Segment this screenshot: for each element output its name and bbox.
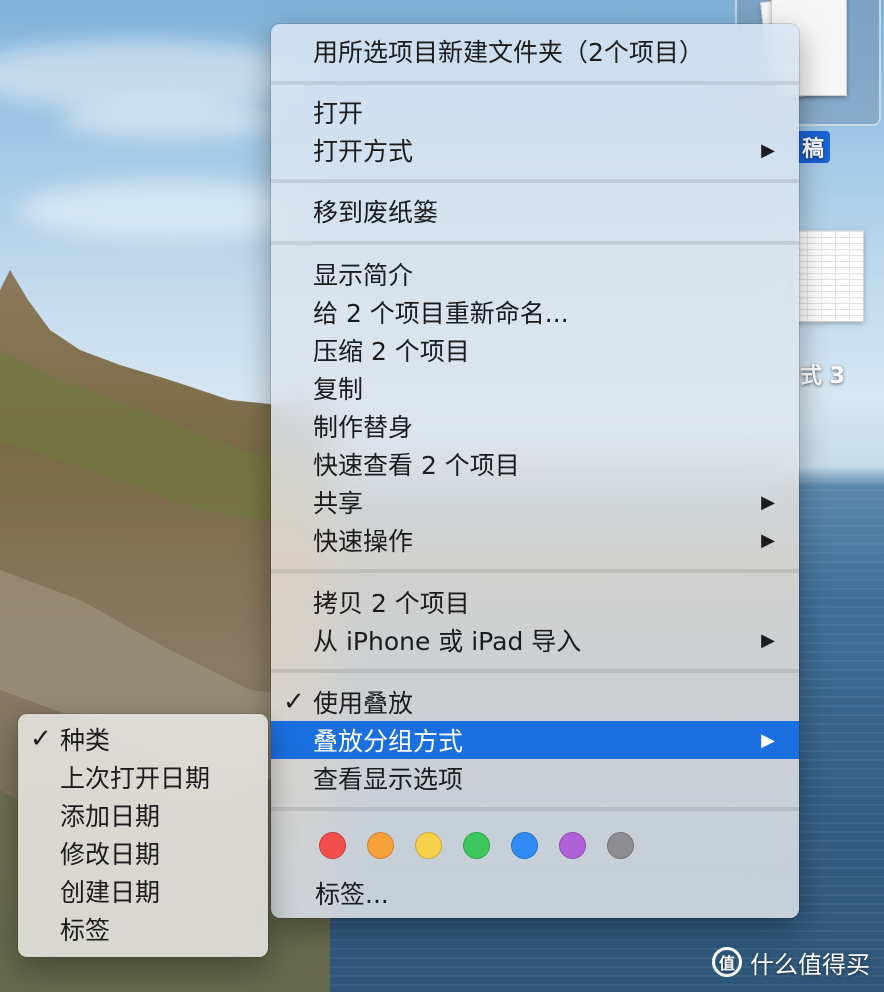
menu-separator xyxy=(271,81,799,85)
menu-item-label: 打开 xyxy=(313,99,364,128)
menu-separator xyxy=(271,241,799,245)
menu-item-copy-items[interactable]: 拷贝 2 个项目 xyxy=(271,583,799,621)
menu-item-label: 标签... xyxy=(315,880,389,909)
submenu-arrow-icon: ▶ xyxy=(761,529,775,551)
menu-item-label: 拷贝 2 个项目 xyxy=(313,589,470,618)
menu-item-open[interactable]: 打开 xyxy=(271,93,799,131)
menu-item-label: 从 iPhone 或 iPad 导入 xyxy=(313,627,582,656)
desktop-icon-label-selected[interactable]: 稿 xyxy=(796,131,831,163)
menu-item-quick-look[interactable]: 快速查看 2 个项目 xyxy=(271,445,799,483)
submenu-arrow-icon: ▶ xyxy=(761,491,775,513)
submenu-arrow-icon: ▶ xyxy=(761,729,775,751)
tag-purple-dot[interactable] xyxy=(559,832,586,859)
menu-item-use-stacks[interactable]: ✓ 使用叠放 xyxy=(271,683,799,721)
menu-item-label: 制作替身 xyxy=(313,413,414,442)
menu-item-share[interactable]: 共享 ▶ xyxy=(271,483,799,521)
menu-separator xyxy=(271,807,799,811)
watermark: 值 什么值得买 xyxy=(712,942,870,982)
context-menu: 用所选项目新建文件夹（2个项目） 打开 打开方式 ▶ 移到废纸篓 显示简介 给 … xyxy=(271,24,799,918)
group-by-submenu: ✓ 种类 上次打开日期 添加日期 修改日期 创建日期 标签 xyxy=(18,714,268,957)
menu-item-new-folder-with-selection[interactable]: 用所选项目新建文件夹（2个项目） xyxy=(271,32,799,70)
menu-item-compress[interactable]: 压缩 2 个项目 xyxy=(271,331,799,369)
menu-item-label: 标签 xyxy=(60,916,111,945)
submenu-arrow-icon: ▶ xyxy=(761,139,775,161)
tag-yellow-dot[interactable] xyxy=(415,832,442,859)
menu-item-label: 创建日期 xyxy=(60,878,161,907)
menu-separator xyxy=(271,669,799,673)
menu-item-group-stacks-by[interactable]: 叠放分组方式 ▶ xyxy=(271,721,799,759)
menu-item-label: 共享 xyxy=(313,489,364,518)
menu-item-label: 修改日期 xyxy=(60,840,161,869)
tag-color-row xyxy=(319,832,634,862)
menu-item-quick-actions[interactable]: 快速操作 ▶ xyxy=(271,521,799,559)
menu-item-label: 叠放分组方式 xyxy=(313,727,464,756)
menu-item-import-from-iphone[interactable]: 从 iPhone 或 iPad 导入 ▶ xyxy=(271,621,799,659)
menu-item-label: 压缩 2 个项目 xyxy=(313,337,470,366)
menu-item-label: 给 2 个项目重新命名... xyxy=(313,299,569,328)
checkmark-icon: ✓ xyxy=(30,724,52,754)
menu-separator xyxy=(271,569,799,573)
menu-item-label: 显示简介 xyxy=(313,261,414,290)
menu-item-open-with[interactable]: 打开方式 ▶ xyxy=(271,131,799,169)
menu-item-rename[interactable]: 给 2 个项目重新命名... xyxy=(271,293,799,331)
submenu-item-date-last-opened[interactable]: 上次打开日期 xyxy=(18,758,268,796)
menu-item-label: 复制 xyxy=(313,375,364,404)
watermark-logo-icon: 值 xyxy=(712,947,742,977)
menu-item-tags[interactable]: 标签... xyxy=(271,874,799,912)
menu-item-show-view-options[interactable]: 查看显示选项 xyxy=(271,759,799,797)
tag-gray-dot[interactable] xyxy=(607,832,634,859)
menu-item-move-to-trash[interactable]: 移到废纸篓 xyxy=(271,192,799,230)
submenu-item-tags[interactable]: 标签 xyxy=(18,910,268,948)
submenu-item-date-added[interactable]: 添加日期 xyxy=(18,796,268,834)
menu-item-label: 打开方式 xyxy=(313,137,414,166)
menu-separator xyxy=(271,179,799,183)
submenu-item-kind[interactable]: ✓ 种类 xyxy=(18,720,268,758)
menu-item-label: 移到废纸篓 xyxy=(313,198,439,227)
checkmark-icon: ✓ xyxy=(283,687,305,717)
submenu-arrow-icon: ▶ xyxy=(761,629,775,651)
cloud xyxy=(60,100,280,140)
menu-item-label: 使用叠放 xyxy=(313,689,414,718)
submenu-item-date-created[interactable]: 创建日期 xyxy=(18,872,268,910)
menu-item-label: 快速操作 xyxy=(313,527,414,556)
menu-item-label: 用所选项目新建文件夹（2个项目） xyxy=(313,38,704,67)
menu-item-label: 种类 xyxy=(60,726,111,755)
watermark-text: 什么值得买 xyxy=(750,950,870,979)
menu-item-get-info[interactable]: 显示简介 xyxy=(271,255,799,293)
menu-item-label: 快速查看 2 个项目 xyxy=(313,451,520,480)
menu-item-duplicate[interactable]: 复制 xyxy=(271,369,799,407)
tag-green-dot[interactable] xyxy=(463,832,490,859)
menu-item-make-alias[interactable]: 制作替身 xyxy=(271,407,799,445)
tag-blue-dot[interactable] xyxy=(511,832,538,859)
spreadsheet-file-icon[interactable] xyxy=(792,230,864,322)
desktop-icon-label[interactable]: 式 3 xyxy=(800,358,845,390)
submenu-item-date-modified[interactable]: 修改日期 xyxy=(18,834,268,872)
tag-red-dot[interactable] xyxy=(319,832,346,859)
tag-orange-dot[interactable] xyxy=(367,832,394,859)
menu-item-label: 添加日期 xyxy=(60,802,161,831)
menu-item-label: 查看显示选项 xyxy=(313,765,464,794)
menu-item-label: 上次打开日期 xyxy=(60,764,211,793)
